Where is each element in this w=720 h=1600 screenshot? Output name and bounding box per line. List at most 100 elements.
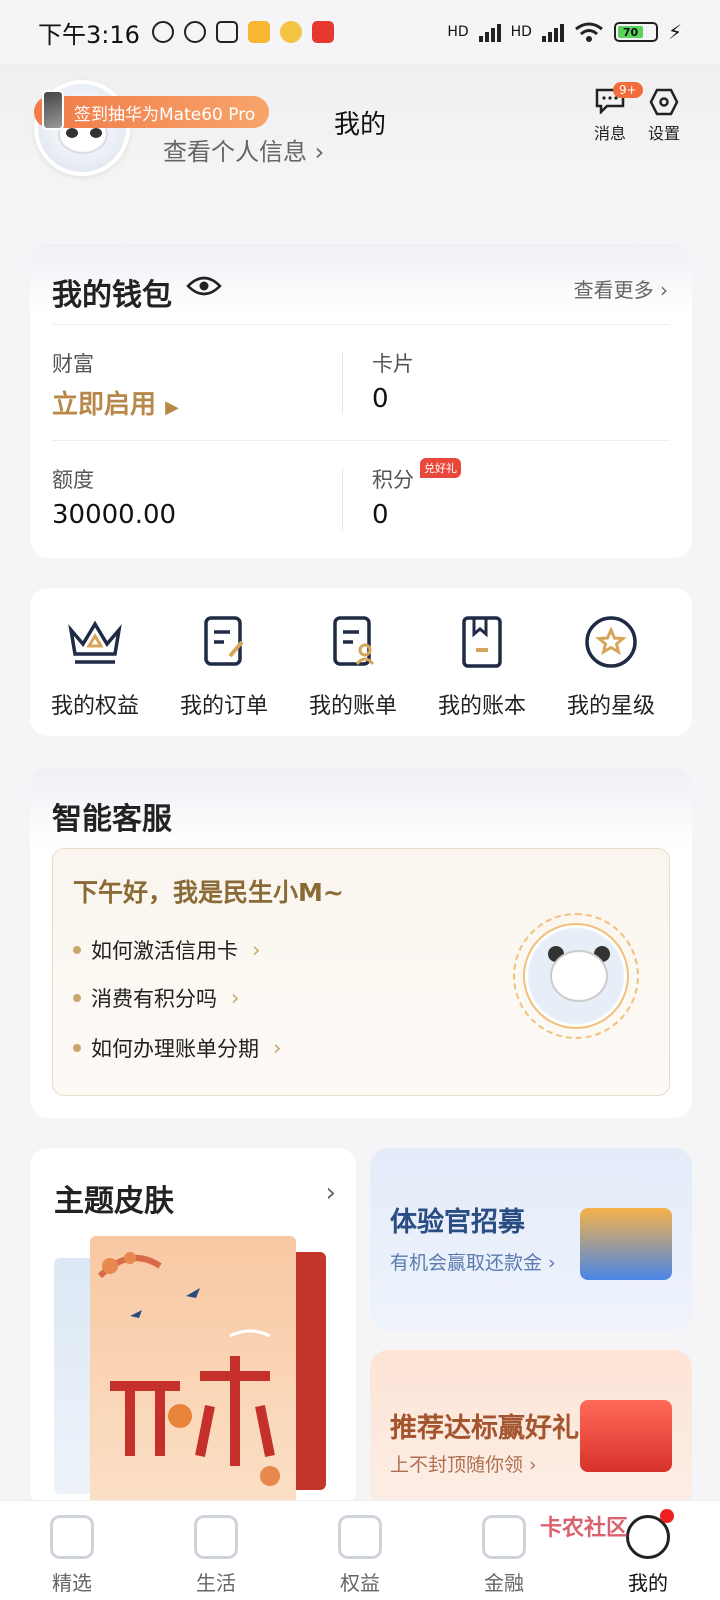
shortcut-my-ledger[interactable]: 我的账本 — [427, 612, 537, 720]
notification-dot — [660, 1509, 674, 1523]
bullet-dot — [73, 946, 81, 954]
shortcut-label: 我的权益 — [50, 694, 139, 719]
status-time: 下午3:16 — [38, 20, 140, 49]
page-title: 我的 — [334, 110, 387, 140]
referral-reward-card[interactable]: 推荐达标赢好礼 上不封顶随你领 › — [370, 1350, 692, 1510]
faq-item[interactable]: 如何激活信用卡 › — [73, 935, 260, 965]
service-panel: 下午好，我是民生小M~ 如何激活信用卡 › 消费有积分吗 › 如何办理账单分期 … — [52, 848, 670, 1096]
tab-label: 生活 — [196, 1571, 236, 1595]
assistant-avatar[interactable] — [513, 913, 639, 1039]
divider — [342, 352, 343, 414]
view-profile-link[interactable]: 查看个人信息 › — [163, 132, 324, 167]
faq-label: 如何激活信用卡 — [91, 939, 238, 963]
network-type-1: HD — [447, 24, 469, 40]
tab-featured[interactable]: 精选 — [0, 1501, 144, 1600]
theme-skin-title: 主题皮肤 — [54, 1184, 174, 1219]
watermark-logo: 卡农社区 — [540, 1516, 629, 1541]
settings-button[interactable]: 设置 — [642, 88, 686, 144]
cards-value[interactable]: 0 — [372, 384, 389, 414]
tab-label: 我的 — [628, 1571, 668, 1595]
tab-label: 金融 — [484, 1571, 524, 1595]
chevron-right-icon[interactable]: › — [326, 1178, 336, 1208]
faq-item[interactable]: 消费有积分吗 › — [73, 983, 239, 1013]
divider — [52, 324, 670, 325]
tab-life[interactable]: 生活 — [144, 1501, 288, 1600]
bullet-dot — [73, 994, 81, 1002]
faq-item[interactable]: 如何办理账单分期 › — [73, 1033, 281, 1063]
chevron-right-icon: › — [252, 938, 261, 962]
shortcut-label: 我的账单 — [308, 694, 397, 719]
theme-skin-card[interactable]: 主题皮肤 › — [30, 1148, 356, 1508]
message-icon: 9+ — [595, 82, 643, 116]
smart-service-card: 智能客服 下午好，我是民生小M~ 如何激活信用卡 › 消费有积分吗 › 如何办理… — [30, 768, 692, 1118]
mute-bell-icon — [151, 21, 174, 43]
wallet-card: 我的钱包 查看更多 › 财富 立即启用 ▶ 卡片 0 额度 30000.00 积… — [30, 244, 692, 558]
skin-artwork — [97, 1252, 280, 1486]
status-notification-icons — [151, 21, 334, 43]
panda-head — [550, 950, 608, 1002]
alarm-icon — [183, 21, 206, 43]
promo-title: 体验官招募 — [390, 1207, 525, 1238]
points-label: 积分 — [372, 468, 414, 492]
order-icon — [204, 616, 244, 666]
shortcut-label: 我的星级 — [566, 694, 655, 719]
settings-label: 设置 — [647, 124, 680, 143]
avatar-eye — [66, 128, 78, 138]
crown-icon — [338, 1515, 382, 1559]
cards-label: 卡片 — [372, 352, 414, 376]
phone-icon — [42, 90, 64, 130]
status-bar: 下午3:16 HD HD 70 ⚡ — [0, 0, 720, 64]
shortcut-my-orders[interactable]: 我的订单 — [169, 612, 279, 720]
promo-subtitle: 上不封顶随你领 › — [390, 1454, 537, 1476]
points-value[interactable]: 0 — [372, 500, 389, 530]
star-level-icon — [585, 616, 637, 668]
wealth-activate-link[interactable]: 立即启用 ▶ — [52, 384, 179, 421]
app-notification-icon — [247, 21, 270, 43]
credit-limit-value[interactable]: 30000.00 — [52, 500, 176, 530]
shopping-bag-icon — [194, 1515, 238, 1559]
avatar-eye — [90, 128, 102, 138]
wealth-label: 财富 — [52, 352, 94, 376]
tab-benefits[interactable]: 权益 — [288, 1501, 432, 1600]
tab-label: 精选 — [52, 1571, 92, 1595]
play-circle-icon: ▶ — [165, 397, 179, 418]
home-icon — [50, 1515, 94, 1559]
faq-label: 消费有积分吗 — [91, 987, 217, 1011]
battery-level: 70 — [617, 26, 644, 39]
wallet-icon — [482, 1515, 526, 1559]
battery-icon: 70 — [613, 22, 658, 42]
redeem-gift-tag: 兑好礼 — [420, 458, 461, 478]
eye-icon[interactable] — [186, 274, 222, 298]
signin-promo-pill[interactable]: 签到抽华为Mate60 Pro — [34, 90, 270, 130]
wealth-activate-text: 立即启用 — [52, 390, 157, 420]
red-envelope-icon — [580, 1400, 672, 1472]
nfc-icon — [215, 21, 238, 43]
tester-recruitment-card[interactable]: 体验官招募 有机会赢取还款金 › — [370, 1148, 692, 1330]
app-notification-icon — [279, 21, 302, 43]
crown-icon — [68, 620, 122, 664]
messages-badge: 9+ — [613, 82, 643, 98]
shortcut-my-benefits[interactable]: 我的权益 — [40, 612, 150, 720]
chevron-right-icon: › — [231, 986, 240, 1010]
settings-hexagon-icon — [649, 88, 679, 116]
divider — [342, 468, 343, 530]
faq-label: 如何办理账单分期 — [91, 1037, 259, 1061]
skin-preview-front[interactable] — [90, 1236, 296, 1508]
assistant-ring — [525, 925, 627, 1027]
gift-box-icon — [580, 1208, 672, 1280]
messages-label: 消息 — [593, 124, 626, 143]
signal-icon — [478, 22, 501, 42]
shortcut-my-star-level[interactable]: 我的星级 — [556, 612, 666, 720]
wallet-more-link[interactable]: 查看更多 › — [574, 274, 668, 303]
shortcut-label: 我的订单 — [179, 694, 268, 719]
signin-promo-label: 签到抽华为Mate60 Pro — [74, 104, 256, 125]
service-greeting: 下午好，我是民生小M~ — [73, 878, 344, 907]
smart-service-title: 智能客服 — [52, 802, 172, 837]
charging-icon: ⚡ — [667, 20, 682, 44]
shortcut-my-bills[interactable]: 我的账单 — [298, 612, 408, 720]
promo-title: 推荐达标赢好礼 — [390, 1413, 579, 1444]
messages-button[interactable]: 9+ 消息 — [588, 82, 643, 144]
network-type-2: HD — [510, 24, 532, 40]
wifi-icon — [575, 22, 603, 42]
app-notification-icon — [311, 21, 334, 43]
